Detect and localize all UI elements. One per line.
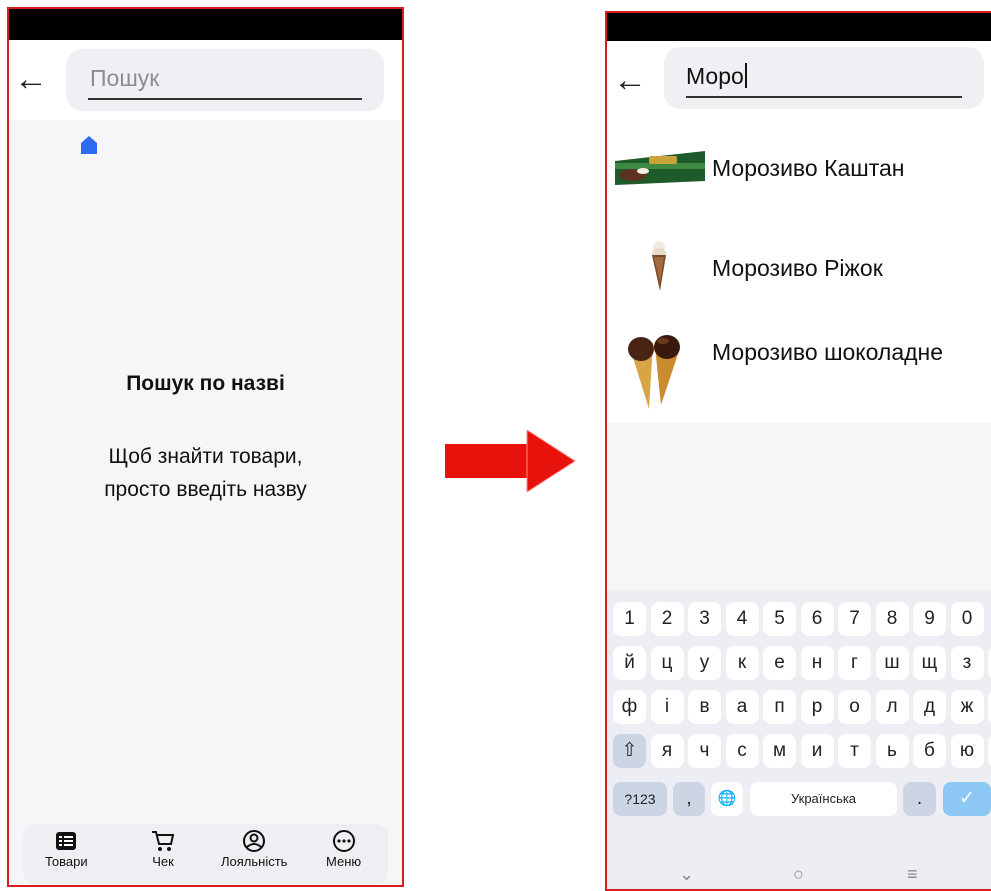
- nav-label: Чек: [152, 854, 174, 869]
- nav-label: Лояльність: [221, 854, 288, 869]
- back-arrow-icon[interactable]: ←: [14, 62, 48, 96]
- bottom-navigation: Товари Чек Лояльність Меню: [23, 824, 388, 884]
- back-arrow-icon[interactable]: ←: [613, 63, 647, 97]
- key-letter[interactable]: і: [650, 690, 684, 724]
- key-letter[interactable]: ф: [613, 690, 646, 724]
- key-letter[interactable]: и: [800, 734, 834, 768]
- symbols-key[interactable]: ?123: [613, 782, 667, 816]
- key-letter[interactable]: п: [763, 690, 796, 724]
- search-header: ← Моро: [607, 41, 991, 119]
- key-letter[interactable]: г: [838, 646, 871, 680]
- empty-state-text: просто введіть назву: [104, 478, 307, 501]
- key-letter[interactable]: щ: [913, 646, 946, 680]
- catalog-icon: [56, 832, 77, 850]
- language-key[interactable]: 🌐: [711, 782, 743, 816]
- system-nav-bar: ⌄ ○ ≡: [607, 860, 991, 889]
- key-letter[interactable]: т: [838, 734, 871, 768]
- shift-key[interactable]: ⇧: [613, 734, 646, 768]
- key-letter[interactable]: н: [800, 646, 834, 680]
- comma-key[interactable]: ,: [673, 782, 705, 816]
- result-name: Морозиво Ріжок: [712, 255, 883, 281]
- key-letter[interactable]: а: [725, 690, 759, 724]
- search-underline: [686, 96, 962, 98]
- more-icon: [332, 830, 355, 852]
- phone-screen-empty-search: ← Пошук Пошук по назві Щоб знайти товари…: [7, 7, 404, 887]
- search-result-item[interactable]: Морозиво шоколадне: [607, 319, 991, 423]
- phone-screen-search-results: ← Моро Морозиво Каштан Морозиво Ріжок Мо…: [605, 11, 991, 891]
- search-input[interactable]: Пошук: [66, 49, 384, 111]
- nav-label: Товари: [45, 854, 88, 869]
- nav-item-loyalty[interactable]: Лояльність: [221, 830, 287, 869]
- chocolate-cones-image: [628, 335, 680, 409]
- shift-icon: ⇧: [621, 740, 638, 761]
- key-letter[interactable]: м: [763, 734, 796, 768]
- key-6[interactable]: 6: [800, 602, 834, 636]
- nav-item-receipt[interactable]: Чек: [151, 830, 175, 869]
- text-caret: [744, 63, 747, 88]
- key-9[interactable]: 9: [913, 602, 946, 636]
- search-input[interactable]: Моро: [664, 47, 984, 109]
- search-result-item[interactable]: Морозиво Ріжок: [607, 219, 991, 319]
- key-letter[interactable]: ь: [875, 734, 909, 768]
- key-letter[interactable]: ц: [650, 646, 684, 680]
- empty-state-text: Щоб знайти товари,: [108, 445, 303, 468]
- key-letter[interactable]: з: [950, 646, 984, 680]
- status-bar: [607, 13, 991, 41]
- search-underline: [88, 98, 362, 100]
- key-letter[interactable]: ж: [950, 690, 984, 724]
- key-letter[interactable]: я: [650, 734, 684, 768]
- key-letter[interactable]: р: [800, 690, 834, 724]
- nav-item-products[interactable]: Товари: [45, 830, 88, 869]
- chevron-down-icon[interactable]: ⌄: [679, 864, 694, 885]
- key-letter[interactable]: о: [838, 690, 871, 724]
- key-2[interactable]: 2: [650, 602, 684, 636]
- key-8[interactable]: 8: [875, 602, 909, 636]
- recents-icon[interactable]: ≡: [907, 864, 918, 885]
- key-letter[interactable]: ю: [950, 734, 984, 768]
- key-letter[interactable]: с: [725, 734, 759, 768]
- key-letter[interactable]: е: [763, 646, 796, 680]
- checkmark-icon: ✓: [959, 788, 975, 809]
- key-0[interactable]: 0: [950, 602, 984, 636]
- cart-icon: [152, 831, 175, 851]
- key-1[interactable]: 1: [613, 602, 646, 636]
- key-letter[interactable]: у: [688, 646, 721, 680]
- key-letter[interactable]: л: [875, 690, 909, 724]
- nav-label: Меню: [326, 854, 362, 869]
- virtual-keyboard: 1234567890йцукенгшщзхїфівапролджє'⇧ячсми…: [607, 590, 991, 889]
- ice-cream-cone-image: [652, 241, 666, 291]
- period-key[interactable]: .: [903, 782, 936, 816]
- key-letter[interactable]: б: [913, 734, 946, 768]
- home-icon: [81, 136, 97, 154]
- space-key[interactable]: Українська: [750, 782, 897, 816]
- search-result-item[interactable]: Морозиво Каштан: [607, 119, 991, 219]
- nav-item-menu[interactable]: Меню: [326, 830, 361, 869]
- result-name: Морозиво шоколадне: [712, 339, 944, 365]
- search-placeholder: Пошук: [90, 65, 160, 91]
- profile-icon: [243, 830, 266, 852]
- search-query: Моро: [686, 63, 744, 89]
- globe-icon: 🌐: [717, 790, 737, 807]
- key-3[interactable]: 3: [688, 602, 721, 636]
- key-letter[interactable]: й: [613, 646, 646, 680]
- key-5[interactable]: 5: [763, 602, 796, 636]
- ice-cream-bar-image: [615, 151, 705, 185]
- key-letter[interactable]: ш: [875, 646, 909, 680]
- key-letter[interactable]: в: [688, 690, 721, 724]
- key-letter[interactable]: ч: [688, 734, 721, 768]
- key-letter[interactable]: д: [913, 690, 946, 724]
- empty-state-title: Пошук по назві: [126, 372, 285, 395]
- result-name: Морозиво Каштан: [712, 155, 905, 181]
- search-action-key[interactable]: ✓: [943, 782, 991, 816]
- key-letter[interactable]: к: [725, 646, 759, 680]
- home-circle-icon[interactable]: ○: [793, 864, 804, 885]
- key-4[interactable]: 4: [725, 602, 759, 636]
- status-bar: [9, 9, 402, 40]
- key-7[interactable]: 7: [838, 602, 871, 636]
- transition-arrow-icon: [445, 430, 576, 492]
- search-header: ← Пошук: [9, 40, 402, 120]
